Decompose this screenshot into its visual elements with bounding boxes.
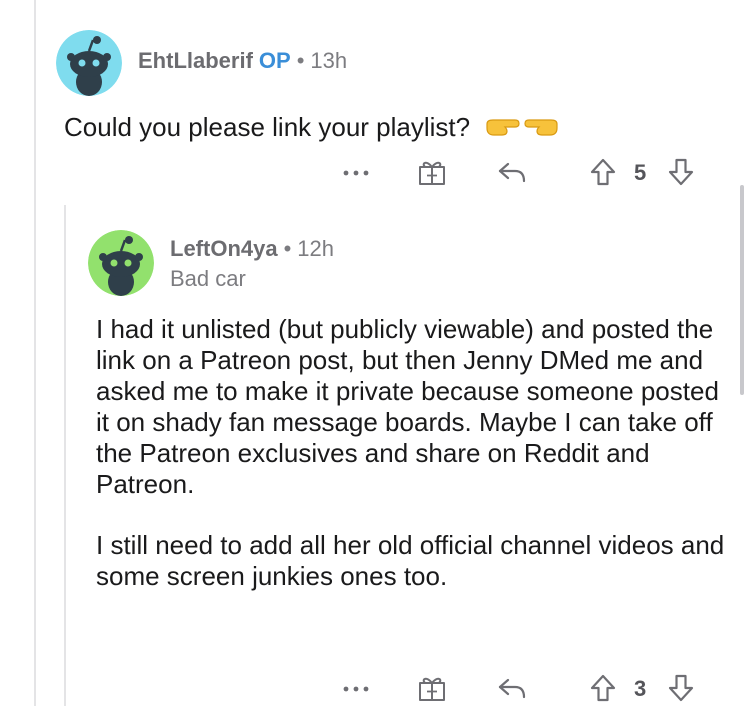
timestamp: 13h	[310, 48, 348, 73]
vote-count: 3	[634, 676, 647, 701]
meta-separator: •	[283, 236, 292, 261]
downvote-button[interactable]	[664, 670, 698, 706]
downvote-button[interactable]	[664, 154, 698, 190]
award-button[interactable]	[414, 154, 450, 190]
snoo-avatar-icon	[56, 30, 122, 96]
more-options-button[interactable]	[336, 160, 376, 186]
thread-line-reply	[64, 205, 66, 706]
comment-meta: EhtLlaberif OP • 13h	[138, 48, 347, 74]
comment-paragraph: I had it unlisted (but publicly viewable…	[96, 314, 719, 499]
upvote-arrow-icon	[590, 674, 616, 702]
gift-icon	[419, 677, 445, 701]
downvote-arrow-icon	[668, 674, 694, 702]
comment-body: I had it unlisted (but publicly viewable…	[96, 314, 726, 592]
more-options-button[interactable]	[336, 676, 376, 702]
more-icon	[343, 170, 369, 176]
comment-body: Could you please link your playlist?	[64, 112, 704, 145]
thread-line-root	[34, 0, 36, 706]
snoo-avatar-icon	[88, 230, 154, 296]
scrollbar[interactable]	[740, 185, 744, 395]
avatar-ehtllaberif[interactable]	[56, 30, 122, 96]
comment-meta: LeftOn4ya • 12h	[170, 236, 334, 262]
upvote-button[interactable]	[586, 154, 620, 190]
award-button[interactable]	[414, 670, 450, 706]
gift-icon	[419, 161, 445, 185]
downvote-arrow-icon	[668, 158, 694, 186]
reply-icon	[498, 162, 526, 183]
comment-paragraph: I still need to add all her old official…	[96, 530, 725, 591]
upvote-button[interactable]	[586, 670, 620, 706]
more-icon	[343, 686, 369, 692]
reply-button[interactable]	[494, 670, 530, 706]
comment-text: Could you please link your playlist?	[64, 112, 471, 142]
timestamp: 12h	[297, 236, 335, 261]
reply-button[interactable]	[494, 154, 530, 190]
pointing-right-emoji-icon	[485, 114, 521, 145]
username[interactable]: LeftOn4ya	[170, 236, 278, 261]
op-badge: OP	[258, 48, 291, 73]
username[interactable]: EhtLlaberif	[138, 48, 253, 73]
meta-separator: •	[296, 48, 305, 73]
upvote-arrow-icon	[590, 158, 616, 186]
pointing-left-emoji-icon	[523, 114, 559, 145]
reply-icon	[498, 678, 526, 699]
vote-count: 5	[634, 160, 647, 185]
user-flair: Bad car	[170, 266, 246, 291]
avatar-lefton4ya[interactable]	[88, 230, 154, 296]
